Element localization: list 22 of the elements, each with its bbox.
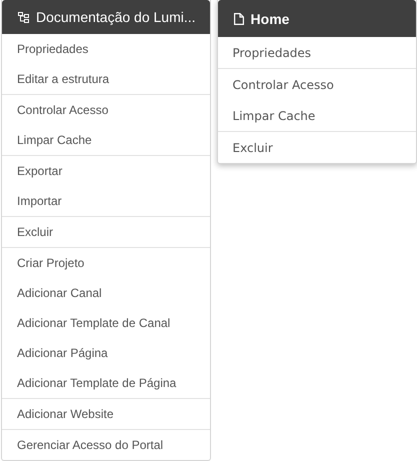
- menu-title: Home: [250, 10, 290, 26]
- menu-item[interactable]: Excluir: [2, 217, 210, 247]
- sitemap-icon: [18, 12, 29, 22]
- menu-item[interactable]: Controlar Acesso: [2, 95, 210, 125]
- menu-item[interactable]: Limpar Cache: [218, 100, 416, 131]
- menu-item[interactable]: Adicionar Canal: [2, 278, 210, 308]
- menu-item[interactable]: Adicionar Website: [2, 399, 210, 429]
- menu-item[interactable]: Adicionar Template de Página: [2, 368, 210, 398]
- menu-item[interactable]: Importar: [2, 186, 210, 216]
- menu-item[interactable]: Propriedades: [2, 34, 210, 64]
- menu-item[interactable]: Excluir: [218, 132, 416, 163]
- menu-item[interactable]: Limpar Cache: [2, 125, 210, 155]
- menu-item[interactable]: Adicionar Página: [2, 338, 210, 368]
- menu-item[interactable]: Editar a estrutura: [2, 64, 210, 94]
- menu-item[interactable]: Propriedades: [218, 37, 416, 68]
- menu-item[interactable]: Gerenciar Acesso do Portal: [2, 430, 210, 460]
- menu-item[interactable]: Exportar: [2, 156, 210, 186]
- menu-title: Documentação do Lumi...: [36, 9, 196, 25]
- menu-item[interactable]: Adicionar Template de Canal: [2, 308, 210, 338]
- menu-item[interactable]: Controlar Acesso: [218, 69, 416, 100]
- document-icon: [234, 12, 244, 24]
- menu-item[interactable]: Criar Projeto: [2, 248, 210, 278]
